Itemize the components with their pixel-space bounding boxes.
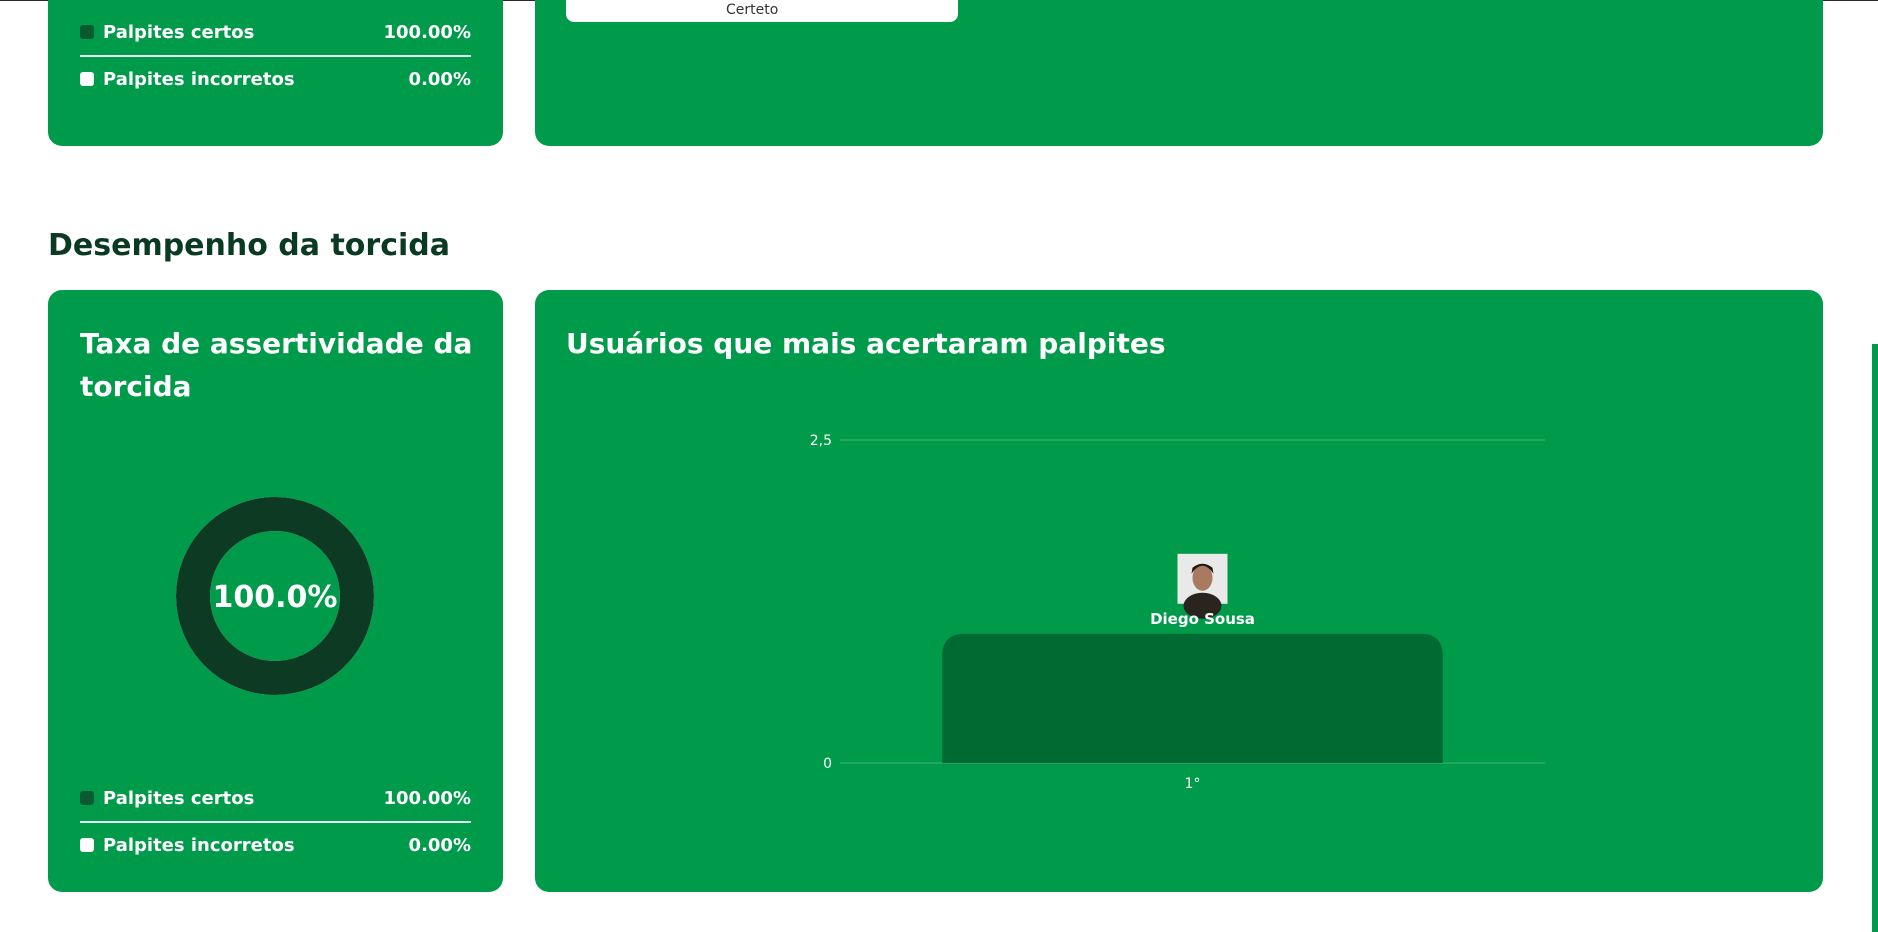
top-legend-incorrect: Palpites incorretos 0.00%	[80, 64, 471, 94]
top-legend-incorrect-value: 0.00%	[408, 68, 471, 90]
donut-center-label: 100.0%	[213, 580, 338, 615]
accuracy-card-title: Taxa de assertividade da torcida	[80, 327, 473, 403]
legend-incorrect-label: Palpites incorretos	[103, 834, 295, 856]
top-chart-card: Certeto	[535, 0, 1823, 146]
top-legend-correct-label: Palpites certos	[103, 21, 255, 43]
accuracy-donut: 100.0%	[176, 497, 374, 695]
top-legend-correct: Palpites certos 100.00%	[80, 17, 471, 47]
page: Palpites certos 100.00% Palpites incorre…	[0, 0, 1878, 932]
bar	[942, 633, 1443, 763]
top-users-card: Usuários que mais acertaram palpites 0 2,…	[535, 290, 1823, 892]
top-chart-tab-label: Certeto	[726, 2, 779, 18]
x-tick-label: 1°	[1185, 776, 1201, 792]
top-legend-incorrect-label: Palpites incorretos	[103, 68, 295, 90]
legend-correct: Palpites certos 100.00%	[80, 783, 471, 813]
section-heading: Desempenho da torcida	[48, 228, 450, 263]
incorrect-swatch	[80, 838, 94, 852]
incorrect-swatch	[80, 72, 94, 86]
accuracy-card: Taxa de assertividade da torcida 100.0% …	[48, 290, 503, 892]
correct-swatch	[80, 25, 94, 39]
y-tick-label: 0	[823, 756, 832, 772]
legend-incorrect-value: 0.00%	[408, 834, 471, 856]
top-accuracy-card: Palpites certos 100.00% Palpites incorre…	[48, 0, 503, 146]
legend-correct-label: Palpites certos	[103, 787, 255, 809]
top-legend-divider	[80, 55, 471, 57]
scrollbar-thumb[interactable]	[1872, 344, 1878, 932]
correct-swatch	[80, 791, 94, 805]
top-users-bar-chart: 0 2,5 1° Diego Sousa	[810, 433, 1545, 792]
y-tick-label: 2,5	[810, 433, 832, 449]
legend-incorrect: Palpites incorretos 0.00%	[80, 830, 471, 860]
top-legend-correct-value: 100.00%	[383, 21, 472, 43]
legend-correct-value: 100.00%	[383, 787, 472, 809]
top-chart-tab[interactable]: Certeto	[566, 0, 958, 22]
legend-divider	[80, 821, 471, 823]
bar-user-label: Diego Sousa	[1150, 610, 1255, 628]
